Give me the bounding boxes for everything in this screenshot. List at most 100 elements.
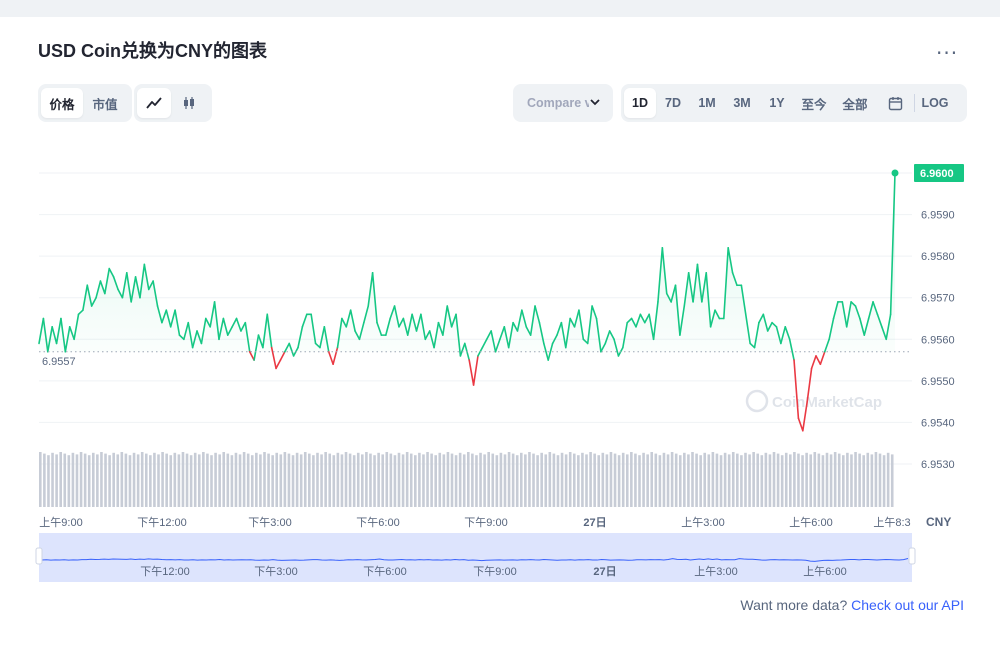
x-tick-label: 下午12:00 bbox=[137, 516, 187, 529]
navigator[interactable]: 下午12:00 下午3:00 下午6:00 下午9:00 27日 上午3:00 上午6:00 bbox=[35, 533, 916, 582]
navigator-handle bbox=[908, 547, 916, 565]
volume-bar bbox=[793, 452, 796, 507]
volume-bar bbox=[112, 452, 115, 507]
volume-bar bbox=[409, 453, 413, 507]
volume-bar bbox=[91, 452, 95, 507]
volume-bar bbox=[833, 452, 837, 507]
volume-bar bbox=[100, 452, 103, 507]
volume-bar bbox=[79, 452, 83, 507]
volume-bar bbox=[446, 452, 450, 507]
volume-bar bbox=[255, 452, 258, 507]
y-axis: 6.9590 6.9580 6.9570 6.9560 6.9550 6.9540 6.95… bbox=[914, 164, 964, 471]
volume-bar bbox=[564, 454, 568, 507]
volume-bar bbox=[878, 453, 882, 507]
volume-bar bbox=[760, 455, 764, 507]
volume-bar bbox=[589, 452, 592, 507]
volume-bar bbox=[116, 454, 120, 507]
footer: Want more data? Check out our API bbox=[740, 597, 964, 613]
volume-bar bbox=[365, 452, 368, 507]
volume-bar bbox=[39, 452, 42, 507]
volume-bar bbox=[789, 454, 792, 507]
navigator-tick-label: 下午12:00 bbox=[140, 565, 190, 578]
volume-bar bbox=[250, 455, 254, 507]
volume-bar bbox=[361, 454, 364, 507]
reference-label: 6.9557 bbox=[42, 356, 76, 368]
volume-bar bbox=[544, 454, 548, 507]
volume-bar bbox=[157, 454, 160, 507]
volume-bar bbox=[67, 455, 71, 507]
volume-bar bbox=[287, 453, 291, 507]
volume-bar bbox=[140, 452, 144, 507]
volume-bar bbox=[846, 452, 849, 507]
volume-bar bbox=[699, 455, 702, 507]
volume-bar bbox=[193, 452, 197, 507]
navigator-tick-label: 上午3:00 bbox=[694, 565, 737, 578]
volume-bar bbox=[890, 454, 894, 507]
volume-bar bbox=[532, 453, 535, 507]
volume-bar bbox=[731, 452, 735, 507]
volume-bar bbox=[422, 454, 425, 507]
volume-bar bbox=[153, 452, 156, 507]
volume-bar bbox=[348, 453, 352, 507]
volume-bar bbox=[552, 453, 556, 507]
volume-bar bbox=[352, 455, 356, 507]
volume-bar bbox=[165, 453, 168, 507]
volume-bar bbox=[768, 454, 772, 507]
volume-bar bbox=[813, 452, 817, 507]
navigator-tick-label: 下午3:00 bbox=[254, 565, 297, 578]
volume-bar bbox=[242, 452, 246, 507]
price-line-segment bbox=[327, 350, 334, 366]
volume-bar bbox=[756, 453, 760, 507]
volume-bar bbox=[238, 454, 242, 507]
volume-bar bbox=[71, 452, 75, 507]
volume-bar bbox=[670, 452, 674, 507]
volume-bar bbox=[691, 452, 694, 507]
volume-bar bbox=[744, 452, 747, 507]
volume-bar bbox=[719, 455, 723, 507]
volume-bar bbox=[850, 454, 853, 507]
volume-bar bbox=[418, 452, 421, 507]
volume-bar bbox=[308, 453, 311, 507]
watermark: CoinMarketCap bbox=[745, 389, 882, 413]
volume-bar bbox=[829, 454, 833, 507]
volume-bar bbox=[397, 452, 401, 507]
api-link[interactable]: Check out our API bbox=[851, 597, 964, 613]
volume-bar bbox=[189, 455, 193, 507]
price-line-segment bbox=[248, 350, 255, 361]
volume-bar bbox=[882, 455, 886, 507]
volume-bar bbox=[381, 454, 384, 507]
x-tick-label: 下午9:00 bbox=[464, 516, 507, 529]
navigator-handle bbox=[35, 547, 43, 565]
volume-bar bbox=[495, 455, 499, 507]
volume-bar bbox=[609, 452, 613, 507]
price-chart[interactable]: CoinMarketCap 6.9557 6.95906.95806.95706… bbox=[0, 17, 1000, 597]
volume-bar bbox=[430, 453, 433, 507]
volume-bar bbox=[593, 453, 596, 507]
volume-bar bbox=[723, 452, 727, 507]
volume-bar bbox=[75, 454, 79, 507]
currency-label: CNY bbox=[926, 515, 951, 529]
volume-bar bbox=[585, 454, 588, 507]
volume-bar bbox=[108, 455, 111, 507]
last-price-dot bbox=[891, 169, 899, 177]
volume-bar bbox=[401, 454, 405, 507]
volume-bar bbox=[344, 452, 348, 507]
volume-bar bbox=[59, 452, 62, 507]
volume-bar bbox=[568, 452, 572, 507]
volume-bar bbox=[149, 455, 152, 507]
volume-bar bbox=[837, 453, 841, 507]
volume-bar bbox=[801, 455, 804, 507]
volume-bar bbox=[487, 452, 490, 507]
volume-bar bbox=[617, 455, 621, 507]
volume-bar bbox=[181, 452, 185, 507]
volume-bar bbox=[658, 455, 662, 507]
volume-bar bbox=[666, 454, 670, 507]
volume-bar bbox=[858, 453, 861, 507]
volume-bar bbox=[320, 454, 323, 507]
volume-bar bbox=[715, 453, 719, 507]
volume-bar bbox=[87, 455, 91, 507]
volume-bar bbox=[450, 453, 454, 507]
volume-bar bbox=[764, 452, 768, 507]
volume-bar bbox=[825, 452, 829, 507]
volume-bar bbox=[234, 452, 238, 507]
